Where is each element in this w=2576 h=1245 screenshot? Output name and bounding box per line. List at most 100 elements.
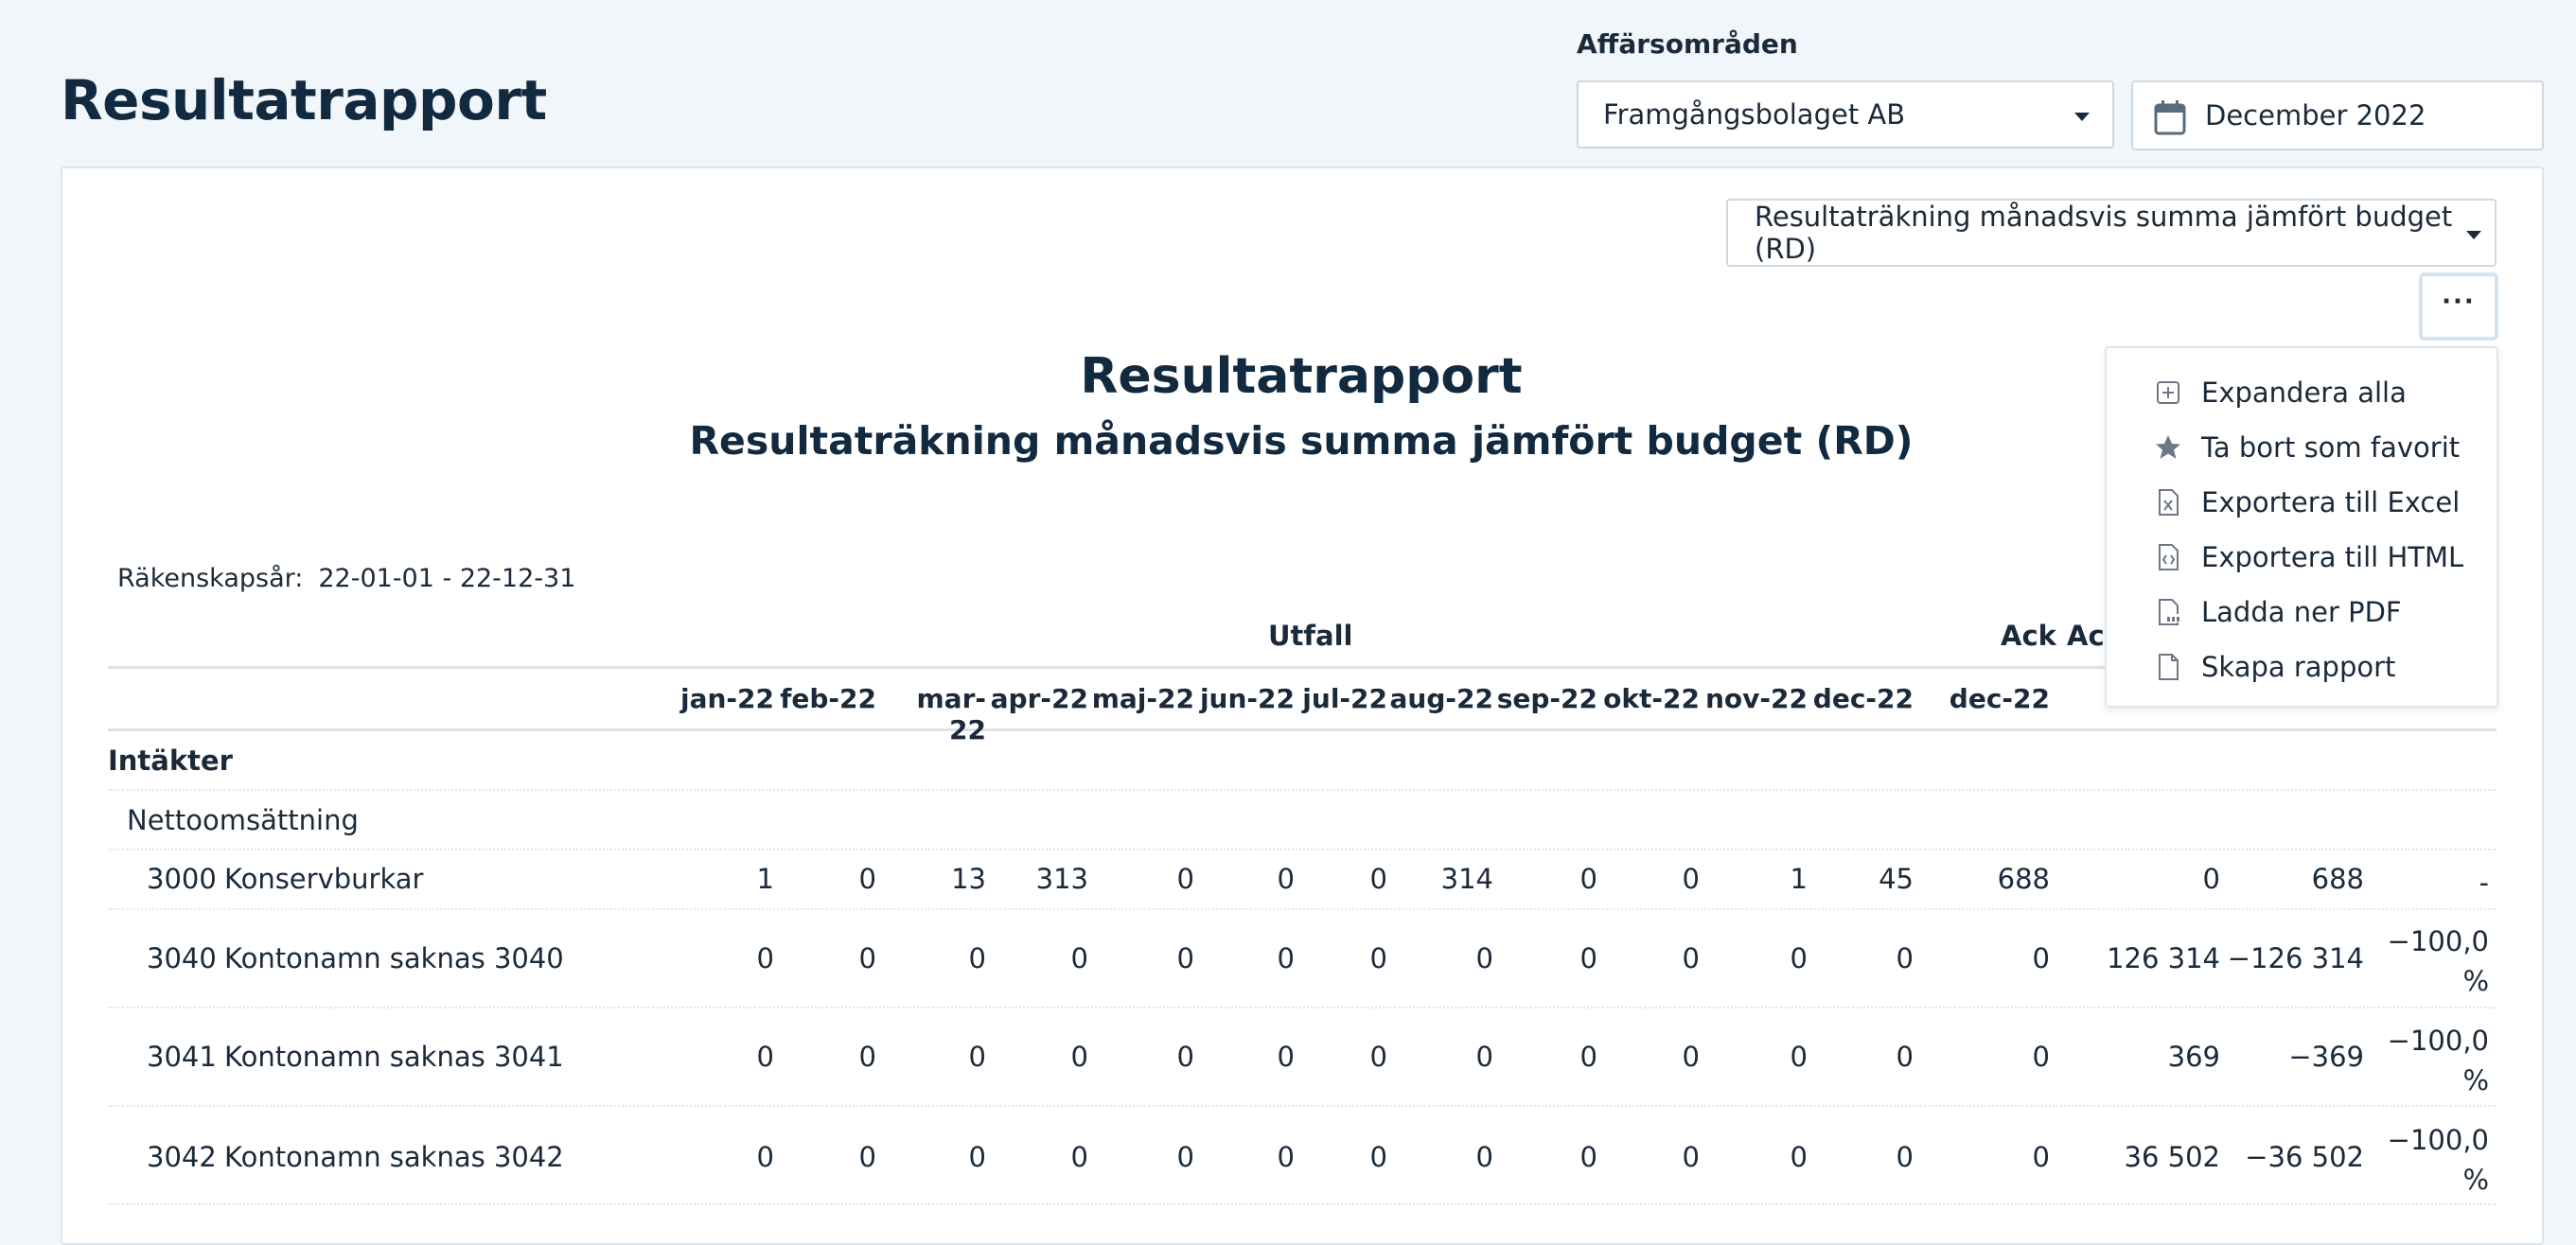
html-file-icon xyxy=(2159,544,2179,570)
value-cell: 0 xyxy=(1475,1041,1493,1073)
column-header-dec-22: dec-22 xyxy=(1812,683,1914,714)
fiscal-year: Räkenskapsår: 22-01-01 - 22-12-31 xyxy=(117,564,575,593)
value-cell: 0 xyxy=(1579,1141,1597,1173)
column-header-maj-22: maj-22 xyxy=(1091,683,1194,714)
options-menu: Expandera alla Ta bort som favorit Expor… xyxy=(2105,346,2498,708)
account-name: Kontonamn saknas 3042 xyxy=(224,1141,564,1173)
value-cell: 0 xyxy=(858,863,876,895)
diff-value-cell: −369 xyxy=(2288,1041,2364,1073)
more-options-button[interactable]: ··· xyxy=(2419,272,2498,341)
row-divider xyxy=(108,849,2497,850)
value-cell: 0 xyxy=(1579,1041,1597,1073)
account-code: 3040 xyxy=(147,942,217,974)
menu-item-label: Exportera till Excel xyxy=(2201,486,2461,518)
menu-item-label: Expandera alla xyxy=(2201,377,2407,409)
group-header-ack: Ack xyxy=(2001,620,2056,652)
value-cell: 0 xyxy=(1682,1041,1700,1073)
value-cell: 0 xyxy=(756,1041,774,1073)
value-cell: 0 xyxy=(1277,1041,1295,1073)
fiscal-year-label: Räkenskapsår: xyxy=(117,564,304,593)
value-cell: 0 xyxy=(1682,1141,1700,1173)
account-name: Konservburkar xyxy=(224,863,424,895)
diff-value-cell: −36 502 xyxy=(2245,1141,2364,1173)
value-cell: 0 xyxy=(1176,1041,1194,1073)
percent-cell: −100,0 % xyxy=(2387,925,2489,997)
column-header-ack-dec-22: dec-22 xyxy=(1949,683,2050,714)
value-cell: 0 xyxy=(1277,863,1295,895)
business-area-select[interactable]: Framgångsbolaget AB xyxy=(1577,80,2114,149)
report-type-value: Resultaträkning månadsvis summa jämfört … xyxy=(1755,201,2453,265)
row-divider xyxy=(108,789,2497,791)
row-divider xyxy=(108,1007,2497,1008)
value-cell: 0 xyxy=(1176,942,1194,974)
period-date-picker[interactable]: December 2022 xyxy=(2131,80,2544,150)
diff-value-cell: −126 314 xyxy=(2227,942,2364,974)
row-divider xyxy=(108,1105,2497,1107)
report-type-select[interactable]: Resultaträkning månadsvis summa jämfört … xyxy=(1726,199,2497,267)
value-cell: 0 xyxy=(1070,1041,1088,1073)
period-date-value: December 2022 xyxy=(2205,99,2426,132)
value-cell: 0 xyxy=(1896,942,1914,974)
budget-value-cell: 369 xyxy=(2167,1041,2220,1073)
account-name: Kontonamn saknas 3040 xyxy=(224,942,564,974)
excel-file-icon xyxy=(2159,489,2179,516)
value-cell: 1 xyxy=(1790,863,1808,895)
value-cell: 0 xyxy=(1369,1041,1387,1073)
menu-item-export-excel[interactable]: Exportera till Excel xyxy=(2107,475,2497,530)
menu-item-label: Exportera till HTML xyxy=(2201,541,2464,573)
value-cell: 0 xyxy=(1070,1141,1088,1173)
pdf-file-icon xyxy=(2159,599,2180,625)
budget-value-cell: 0 xyxy=(2202,863,2220,895)
column-header-jul-22: jul-22 xyxy=(1302,683,1387,714)
value-cell: 0 xyxy=(1896,1141,1914,1173)
menu-item-expand-all[interactable]: Expandera alla xyxy=(2107,365,2497,420)
percent-cell: −100,0 % xyxy=(2387,1124,2489,1196)
value-cell: 0 xyxy=(858,942,876,974)
value-cell: 0 xyxy=(1369,942,1387,974)
menu-item-export-html[interactable]: Exportera till HTML xyxy=(2107,530,2497,585)
account-name: Kontonamn saknas 3041 xyxy=(224,1041,564,1073)
header-divider-bottom xyxy=(108,728,2497,731)
value-cell: 13 xyxy=(951,863,986,895)
value-cell: 0 xyxy=(756,942,774,974)
value-cell: 0 xyxy=(968,942,986,974)
column-header-aug-22: aug-22 xyxy=(1389,683,1493,714)
row-divider xyxy=(108,908,2497,910)
value-cell: 0 xyxy=(858,1141,876,1173)
plus-square-icon xyxy=(2157,381,2179,404)
ellipsis-icon: ··· xyxy=(2442,288,2476,316)
value-cell: 0 xyxy=(1176,1141,1194,1173)
business-area-label: Affärsområden xyxy=(1577,28,1798,60)
value-cell: 0 xyxy=(1277,1141,1295,1173)
value-cell: 1 xyxy=(756,863,774,895)
column-header-jan-22: jan-22 xyxy=(679,683,774,714)
subsection-label-nettoomsattning: Nettoomsättning xyxy=(127,804,359,836)
budget-value-cell: 36 502 xyxy=(2124,1141,2220,1173)
diff-value-cell: 688 xyxy=(2311,863,2364,895)
value-cell: 0 xyxy=(1277,942,1295,974)
menu-item-label: Skapa rapport xyxy=(2201,651,2396,683)
ack-value-cell: 688 xyxy=(1997,863,2050,895)
chevron-down-icon xyxy=(2466,231,2481,239)
value-cell: 0 xyxy=(1790,942,1808,974)
calendar-icon xyxy=(2154,100,2186,135)
menu-item-download-pdf[interactable]: Ladda ner PDF xyxy=(2107,585,2497,640)
column-header-nov-22: nov-22 xyxy=(1704,683,1808,714)
column-header-okt-22: okt-22 xyxy=(1603,683,1700,714)
menu-item-remove-favorite[interactable]: Ta bort som favorit xyxy=(2107,420,2497,475)
value-cell: 314 xyxy=(1440,863,1493,895)
value-cell: 0 xyxy=(1579,942,1597,974)
column-header-mar-22: mar-22 xyxy=(916,683,987,745)
file-icon xyxy=(2159,654,2179,680)
business-area-value: Framgångsbolaget AB xyxy=(1603,98,1906,131)
row-divider xyxy=(108,1203,2497,1205)
value-cell: 45 xyxy=(1879,863,1914,895)
value-cell: 0 xyxy=(1896,1041,1914,1073)
menu-item-label: Ladda ner PDF xyxy=(2201,596,2402,628)
app-root: Resultatrapport Affärsområden Framgångsb… xyxy=(0,0,2576,1245)
account-code: 3041 xyxy=(147,1041,217,1073)
value-cell: 0 xyxy=(1176,863,1194,895)
value-cell: 0 xyxy=(858,1041,876,1073)
menu-item-create-report[interactable]: Skapa rapport xyxy=(2107,640,2497,694)
group-header-utfall: Utfall xyxy=(1268,620,1353,652)
